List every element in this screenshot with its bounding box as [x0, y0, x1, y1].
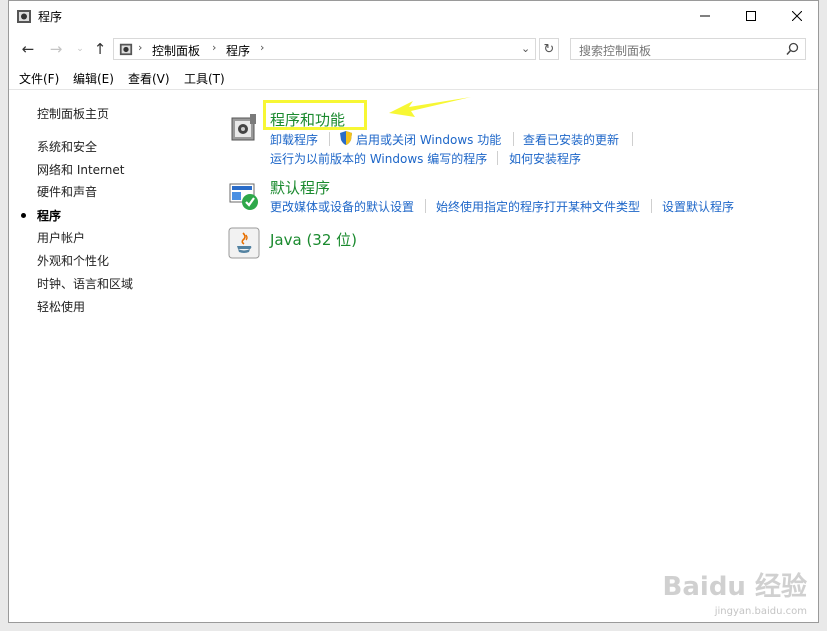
breadcrumb-control-panel[interactable]: 控制面板: [152, 42, 200, 59]
menu-bar: 文件(F) 编辑(E) 查看(V) 工具(T): [9, 67, 818, 90]
search-placeholder: 搜索控制面板: [579, 44, 652, 58]
compatibility-link[interactable]: 运行为以前版本的 Windows 编写的程序: [270, 150, 487, 167]
minimize-icon: [700, 15, 710, 17]
menu-view[interactable]: 查看(V): [128, 70, 170, 87]
up-arrow-icon: ↑: [93, 40, 107, 58]
breadcrumb-separator-icon: ›: [138, 41, 143, 54]
sidebar-item-user-accounts[interactable]: 用户帐户: [37, 229, 85, 246]
minimize-button[interactable]: [682, 1, 728, 31]
close-button[interactable]: [774, 1, 820, 31]
sidebar-item-appearance[interactable]: 外观和个性化: [37, 252, 109, 269]
sidebar-item-clock-region[interactable]: 时钟、语言和区域: [37, 275, 133, 292]
title-bar: 程序: [9, 1, 818, 31]
refresh-button[interactable]: ↻: [539, 38, 559, 60]
sidebar-item-network[interactable]: 网络和 Internet: [37, 161, 124, 178]
address-dropdown-icon[interactable]: ⌄: [521, 42, 530, 55]
java-title[interactable]: Java (32 位): [270, 229, 357, 250]
maximize-icon: [746, 11, 756, 21]
windows-features-link[interactable]: 启用或关闭 Windows 功能: [356, 131, 501, 148]
close-icon: [792, 11, 802, 21]
address-row: ← → ⌄ ↑ › 控制面板 › 程序 › ⌄ ↻ 搜索控制面板: [9, 35, 818, 63]
sidebar-home[interactable]: 控制面板主页: [37, 105, 109, 122]
breadcrumb-separator-icon: ›: [212, 41, 217, 54]
menu-tools[interactable]: 工具(T): [184, 70, 225, 87]
default-programs-title[interactable]: 默认程序: [270, 177, 330, 198]
link-divider: [632, 132, 633, 146]
refresh-icon: ↻: [543, 41, 555, 57]
menu-edit[interactable]: 编辑(E): [73, 70, 114, 87]
breadcrumb-programs[interactable]: 程序: [226, 42, 250, 59]
link-divider: [651, 199, 652, 213]
control-panel-icon: [17, 10, 31, 23]
uninstall-program-link[interactable]: 卸载程序: [270, 131, 318, 148]
installed-updates-link[interactable]: 查看已安装的更新: [523, 131, 619, 148]
uac-shield-icon: [340, 131, 352, 145]
annotation-arrow-icon: [389, 97, 471, 117]
breadcrumb-separator-icon: ›: [260, 41, 265, 54]
maximize-button[interactable]: [728, 1, 774, 31]
sidebar-item-programs: 程序: [37, 209, 62, 223]
how-to-install-link[interactable]: 如何安装程序: [509, 150, 581, 167]
search-box[interactable]: 搜索控制面板: [570, 38, 806, 60]
highlight-box: [263, 100, 367, 130]
sidebar-item-hardware-sound[interactable]: 硬件和声音: [37, 183, 97, 200]
recent-locations-button[interactable]: ⌄: [71, 39, 89, 59]
menu-file[interactable]: 文件(F): [19, 70, 59, 87]
address-bar[interactable]: › 控制面板 › 程序 › ⌄: [113, 38, 536, 60]
autoplay-settings-link[interactable]: 更改媒体或设备的默认设置: [270, 198, 414, 215]
forward-button[interactable]: →: [47, 39, 65, 59]
link-divider: [513, 132, 514, 146]
control-panel-icon: [119, 43, 133, 56]
watermark-url: jingyan.baidu.com: [714, 606, 807, 617]
sidebar-item-ease-of-access[interactable]: 轻松使用: [37, 298, 85, 315]
file-associations-link[interactable]: 始终使用指定的程序打开某种文件类型: [436, 198, 640, 215]
watermark-text: Baidu 经验: [662, 572, 807, 602]
link-divider: [425, 199, 426, 213]
default-programs-icon[interactable]: [228, 180, 260, 212]
sidebar-item-system-security[interactable]: 系统和安全: [37, 138, 97, 155]
back-button[interactable]: ←: [19, 39, 37, 59]
control-panel-window: 程序 ← → ⌄ ↑ › 控制面板 › 程序 › ⌄ ↻ 搜索控制面板 文件(F…: [8, 0, 819, 623]
current-page-bullet: [21, 213, 26, 218]
programs-features-icon[interactable]: [228, 112, 260, 144]
window-title: 程序: [38, 10, 63, 24]
search-icon: [786, 42, 799, 55]
set-default-programs-link[interactable]: 设置默认程序: [662, 198, 734, 215]
up-button[interactable]: ↑: [91, 39, 109, 59]
back-arrow-icon: ←: [21, 40, 35, 58]
chevron-down-icon: ⌄: [76, 44, 84, 54]
link-divider: [497, 151, 498, 165]
forward-arrow-icon: →: [49, 40, 63, 58]
link-divider: [329, 132, 330, 146]
java-icon[interactable]: [228, 227, 260, 259]
